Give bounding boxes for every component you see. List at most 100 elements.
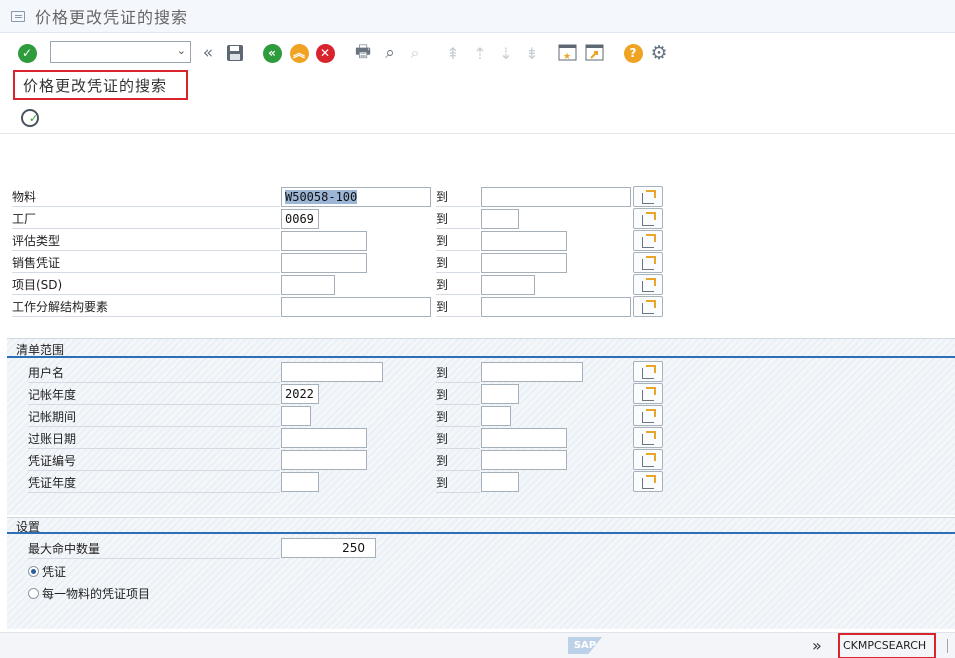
valuation-type-to-input[interactable] — [481, 231, 567, 251]
posting-date-from-input[interactable] — [281, 428, 367, 448]
divider — [947, 639, 948, 653]
back-icon: « — [262, 43, 282, 63]
sales-document-to-input[interactable] — [481, 253, 567, 273]
document-item-per-material-radio[interactable] — [28, 588, 39, 599]
multiple-selection-button[interactable] — [633, 427, 663, 448]
fiscal-year-to-input[interactable] — [481, 384, 519, 404]
find-next-icon[interactable]: ⌕ — [405, 43, 425, 63]
to-label: 到 — [436, 429, 480, 449]
help-icon: ? — [623, 43, 643, 63]
shortcut-button[interactable] — [585, 43, 605, 63]
to-label: 到 — [436, 209, 480, 229]
plant-to-input[interactable] — [481, 209, 519, 229]
gear-icon[interactable]: ⚙ — [649, 42, 669, 64]
user-name-label: 用户名 — [28, 363, 280, 383]
cancel-button[interactable]: ✕ — [315, 43, 335, 63]
multiple-selection-button[interactable] — [633, 274, 663, 295]
max-hits-label: 最大命中数量 — [28, 539, 280, 559]
material-from-input[interactable]: W50058-100 — [281, 187, 431, 207]
new-session-icon: ★ — [558, 44, 577, 62]
page-title: 价格更改凭证的搜索 — [13, 70, 188, 100]
multiple-selection-button[interactable] — [633, 405, 663, 426]
to-label: 到 — [436, 187, 480, 207]
multiple-selection-button[interactable] — [633, 208, 663, 229]
wbs-element-label: 工作分解结构要素 — [12, 297, 280, 317]
execute-icon[interactable] — [21, 109, 39, 127]
collapse-command-field-icon[interactable]: « — [198, 43, 218, 63]
document-number-label: 凭证编号 — [28, 451, 280, 471]
multiple-selection-button[interactable] — [633, 361, 663, 382]
fiscal-year-from-input[interactable]: 2022 — [281, 384, 319, 404]
document-item-per-material-radio-label[interactable]: 每一物料的凭证项目 — [42, 585, 150, 602]
expand-status-icon[interactable]: » — [812, 636, 822, 655]
max-hits-input[interactable]: 250 — [281, 538, 376, 558]
sales-document-label: 销售凭证 — [12, 253, 280, 273]
multiple-selection-button[interactable] — [633, 449, 663, 470]
exit-button[interactable]: ︽ — [289, 43, 309, 63]
item-sd-from-input[interactable] — [281, 275, 335, 295]
to-label: 到 — [436, 253, 480, 273]
posting-period-to-input[interactable] — [481, 406, 511, 426]
shortcut-icon — [585, 44, 604, 61]
save-button[interactable] — [225, 43, 245, 63]
posting-period-from-input[interactable] — [281, 406, 311, 426]
user-name-from-input[interactable] — [281, 362, 383, 382]
valuation-type-from-input[interactable] — [281, 231, 367, 251]
multiple-selection-button[interactable] — [633, 296, 663, 317]
to-label: 到 — [436, 297, 480, 317]
to-label: 到 — [436, 473, 480, 493]
document-radio[interactable] — [28, 566, 39, 577]
multiple-selection-button[interactable] — [633, 230, 663, 251]
plant-from-input[interactable]: 0069 — [281, 209, 319, 229]
to-label: 到 — [436, 363, 480, 383]
previous-page-icon[interactable]: ⇡ — [470, 43, 490, 63]
document-year-to-input[interactable] — [481, 472, 519, 492]
multiple-selection-button[interactable] — [633, 471, 663, 492]
document-number-from-input[interactable] — [281, 450, 367, 470]
sales-document-from-input[interactable] — [281, 253, 367, 273]
back-button[interactable]: « — [262, 43, 282, 63]
window-title: 价格更改凭证的搜索 — [35, 8, 189, 27]
fiscal-year-label: 记帐年度 — [28, 385, 280, 405]
multiple-selection-button[interactable] — [633, 383, 663, 404]
to-label: 到 — [436, 275, 480, 295]
material-to-input[interactable] — [481, 187, 631, 207]
divider — [0, 133, 955, 134]
document-number-to-input[interactable] — [481, 450, 567, 470]
last-page-icon[interactable]: ⇟ — [522, 43, 542, 63]
find-icon[interactable]: ⌕ — [380, 43, 400, 63]
svg-text:★: ★ — [563, 52, 571, 62]
document-year-from-input[interactable] — [281, 472, 319, 492]
wbs-element-from-input[interactable] — [281, 297, 431, 317]
sap-logo: SAP — [568, 637, 602, 654]
item-sd-to-input[interactable] — [481, 275, 535, 295]
wbs-element-to-input[interactable] — [481, 297, 631, 317]
exit-icon: ︽ — [289, 43, 309, 63]
transaction-code: CKMPCSEARCH — [838, 633, 936, 658]
cancel-icon: ✕ — [315, 43, 335, 63]
to-label: 到 — [436, 407, 480, 427]
help-button[interactable]: ? — [623, 43, 643, 63]
document-radio-label[interactable]: 凭证 — [42, 563, 66, 580]
to-label: 到 — [436, 231, 480, 251]
plant-label: 工厂 — [12, 209, 280, 229]
new-session-button[interactable]: ★ — [558, 43, 578, 63]
enter-button[interactable]: ✓ — [17, 43, 37, 63]
save-icon — [227, 45, 243, 61]
standard-toolbar: ✓ ⌄ « « ︽ ✕ 🖶 ⌕ ⌕ ⇞ ⇡ ⇣ ⇟ ★ ? ⚙ — [0, 33, 955, 71]
multiple-selection-button[interactable] — [633, 252, 663, 273]
section-divider — [7, 356, 955, 358]
first-page-icon[interactable]: ⇞ — [443, 43, 463, 63]
chevron-down-icon[interactable]: ⌄ — [177, 44, 186, 57]
to-label: 到 — [436, 451, 480, 471]
checkmark-icon: ✓ — [17, 43, 37, 63]
title-bar: 价格更改凭证的搜索 — [0, 0, 955, 33]
multiple-selection-button[interactable] — [633, 186, 663, 207]
menu-icon[interactable] — [11, 10, 25, 22]
user-name-to-input[interactable] — [481, 362, 583, 382]
print-icon[interactable]: 🖶 — [353, 42, 373, 63]
posting-period-label: 记帐期间 — [28, 407, 280, 427]
command-field[interactable]: ⌄ — [50, 41, 191, 63]
posting-date-to-input[interactable] — [481, 428, 567, 448]
next-page-icon[interactable]: ⇣ — [496, 43, 516, 63]
